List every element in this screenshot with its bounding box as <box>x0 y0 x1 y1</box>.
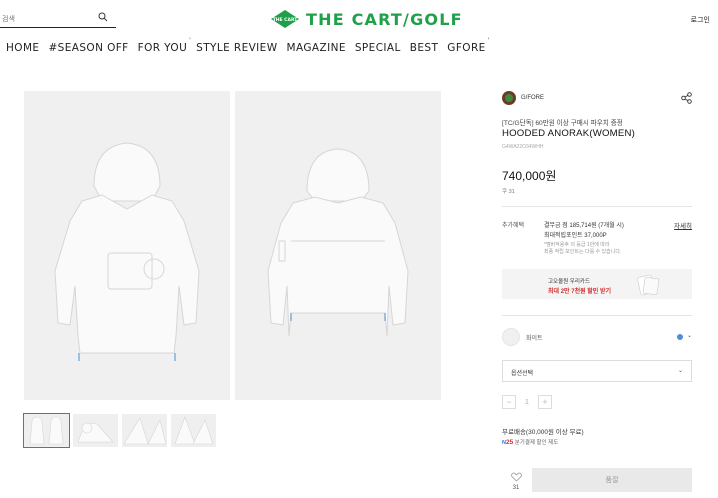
anorak-back-illustration <box>267 148 409 337</box>
benefit-points: 최대적립포인트 37,000P <box>544 233 607 239</box>
credit-card-icon <box>637 274 660 296</box>
divider <box>502 315 692 316</box>
product-image-back[interactable] <box>235 91 441 400</box>
product-code: G4WA22O34WHH <box>502 144 544 150</box>
nav-for-you[interactable]: FOR YOU ' <box>137 37 191 54</box>
card-discount-banner[interactable]: 고오올원 우리카드 최대 2만 7천원 할인 받기 <box>502 269 692 299</box>
like-count: 31 <box>512 485 520 491</box>
nav-best[interactable]: BEST <box>410 42 439 54</box>
nav-season-off[interactable]: #SEASON OFF <box>48 42 128 54</box>
color-option-row[interactable]: 화이트 ⌄ <box>502 327 692 347</box>
payment-info-text: 분기결제 할인 제도 <box>514 440 559 446</box>
promo-text: [TC/G단독] 60만원 이상 구매시 파우치 증정 <box>502 120 623 127</box>
shipping-info: 무료배송(30,000원 이상 무료) <box>502 429 584 436</box>
benefit-note-line: *멤버적용후 의 등급 1만에 따라 <box>544 242 610 248</box>
product-info-panel: G/FORE [TC/G단독] 60만원 이상 구매시 파우치 증정 HOODE… <box>502 90 692 492</box>
brand-logo-icon <box>502 91 516 105</box>
benefit-main: 결무금 점 185,714원 (7개월 시) <box>544 223 624 229</box>
option-select-label: 옵션선택 <box>511 371 534 377</box>
logo-text: THE CART/GOLF <box>306 9 463 29</box>
nav-label: BEST <box>409 42 439 54</box>
color-name: 화이트 <box>526 336 543 342</box>
thumbnail-1[interactable] <box>23 413 70 448</box>
nav-magazine[interactable]: MAGAZINE <box>287 42 346 54</box>
thumbnail-image <box>29 416 64 445</box>
login-link[interactable]: 로그인 <box>691 15 710 25</box>
brand-row[interactable]: G/FORE <box>502 90 692 106</box>
nav-label: GFORE <box>447 42 486 54</box>
pay-badge-number: 25 <box>505 439 514 446</box>
sold-out-button[interactable]: 품절 <box>532 468 692 492</box>
thumbnail-4[interactable] <box>171 414 216 447</box>
color-swatch[interactable] <box>502 328 520 346</box>
quantity-minus-button[interactable]: − <box>502 395 516 409</box>
search-input[interactable] <box>0 10 90 29</box>
nav-special[interactable]: SPECIAL <box>355 42 401 54</box>
nav-label: SPECIAL <box>354 42 401 54</box>
nav-label: FOR YOU <box>137 42 188 54</box>
heart-icon <box>510 472 522 482</box>
benefit-detail-link[interactable]: 자세히 <box>674 220 692 230</box>
nav-label: STYLE REVIEW <box>196 42 278 54</box>
nav-gfore[interactable]: GFORE ' <box>447 37 489 54</box>
logo-emblem-text: THE CART <box>273 17 299 23</box>
product-sub-info: 쿠 31 <box>502 189 515 195</box>
divider <box>502 206 692 207</box>
payment-info: N25 분기결제 할인 제도 <box>502 438 558 446</box>
nav-mark: ' <box>189 37 192 44</box>
thumbnail-list <box>23 413 216 448</box>
thumbnail-2[interactable] <box>73 414 118 447</box>
nav-mark: ' <box>487 37 490 44</box>
quantity-plus-button[interactable]: + <box>538 395 552 409</box>
benefit-note: *멤버적용후 의 등급 1만에 따라 최종 적립 포인트는 다를 수 있습니다. <box>544 242 621 256</box>
quantity-stepper: − 1 + <box>502 394 552 410</box>
nav-label: HOME <box>6 42 40 54</box>
search-icon[interactable] <box>98 12 108 22</box>
anorak-front-illustration <box>54 142 200 361</box>
nav-home[interactable]: HOME <box>6 42 39 54</box>
nav-label: #SEASON OFF <box>48 42 129 54</box>
brand-name: G/FORE <box>521 95 545 101</box>
thumbnail-3[interactable] <box>122 414 167 447</box>
thumbnail-image <box>174 416 214 445</box>
thumbnail-image <box>123 417 167 445</box>
card-banner-line1: 고오올원 우리카드 <box>548 279 591 285</box>
card-banner-line2: 최대 2만 7천원 할인 받기 <box>548 289 612 295</box>
product-image-front[interactable] <box>24 91 230 400</box>
share-icon[interactable] <box>681 92 692 104</box>
nav-style-review[interactable]: STYLE REVIEW <box>196 42 277 54</box>
quantity-value[interactable]: 1 <box>516 399 538 406</box>
nav-label: MAGAZINE <box>286 42 346 54</box>
product-title: HOODED ANORAK(WOMEN) <box>502 128 635 139</box>
option-select[interactable]: 옵션선택 ⌄ <box>502 360 692 382</box>
cart-emblem-icon: THE CART <box>271 10 299 28</box>
like-button[interactable]: 31 <box>510 472 522 491</box>
chevron-down-icon[interactable]: ⌄ <box>687 332 692 339</box>
benefit-label: 추가혜택 <box>502 223 525 229</box>
product-price: 740,000원 <box>502 169 557 183</box>
color-dot-icon <box>677 334 683 340</box>
benefit-note-line: 최종 적립 포인트는 다를 수 있습니다. <box>544 249 622 255</box>
site-logo[interactable]: THE CART THE CART/GOLF <box>270 9 463 29</box>
main-nav: HOME #SEASON OFF FOR YOU ' STYLE REVIEW M… <box>6 37 495 54</box>
search-bar[interactable] <box>0 8 116 29</box>
thumbnail-image <box>77 422 114 443</box>
chevron-down-icon: ⌄ <box>677 368 683 374</box>
